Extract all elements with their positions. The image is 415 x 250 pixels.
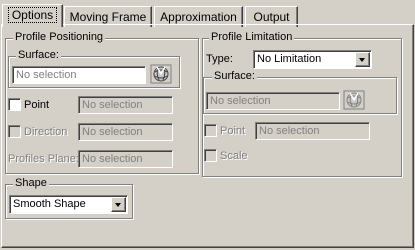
tab-approximation-label: Approximation — [160, 10, 237, 24]
limitation-surface-title: Surface: — [212, 70, 257, 82]
tab-options-label: Options — [7, 7, 58, 23]
surface-selector-icon[interactable] — [150, 64, 172, 84]
tab-moving-frame-label: Moving Frame — [69, 10, 147, 24]
tab-options[interactable]: Options — [2, 4, 63, 27]
profiles-plane-label: Profiles Plane: — [8, 153, 79, 165]
limitation-point-label: Point — [220, 125, 246, 137]
positioning-point-label: Point — [24, 99, 50, 111]
positioning-point-checkbox[interactable] — [8, 98, 21, 111]
shape-select[interactable]: Smooth Shape — [9, 195, 128, 214]
limitation-type-value: No Limitation — [257, 53, 322, 65]
profile-positioning-title: Profile Positioning — [13, 31, 106, 43]
limitation-point-checkbox[interactable] — [204, 124, 217, 137]
limitation-point-field[interactable]: No selection — [255, 122, 370, 140]
limitation-scale-label: Scale — [220, 150, 248, 162]
chevron-down-icon[interactable] — [111, 197, 126, 212]
positioning-point-field[interactable]: No selection — [78, 96, 173, 114]
tab-output-label: Output — [253, 10, 290, 24]
profiles-plane-field[interactable]: No selection — [78, 150, 173, 168]
profile-limitation-title: Profile Limitation — [209, 31, 295, 43]
shape-title: Shape — [13, 177, 49, 189]
positioning-surface-title: Surface: — [16, 49, 61, 61]
positioning-direction-checkbox[interactable] — [8, 125, 21, 138]
positioning-surface-field[interactable]: No selection — [12, 66, 146, 84]
limitation-type-label: Type: — [206, 53, 233, 65]
shape-select-value: Smooth Shape — [13, 198, 86, 210]
positioning-direction-label: Direction — [24, 126, 68, 138]
limitation-surface-field[interactable]: No selection — [206, 92, 340, 110]
surface-selector-icon[interactable] — [343, 90, 365, 110]
limitation-type-select[interactable]: No Limitation — [253, 50, 372, 69]
limitation-scale-checkbox[interactable] — [204, 149, 217, 162]
chevron-down-icon[interactable] — [355, 52, 370, 67]
positioning-direction-field[interactable]: No selection — [78, 123, 173, 141]
